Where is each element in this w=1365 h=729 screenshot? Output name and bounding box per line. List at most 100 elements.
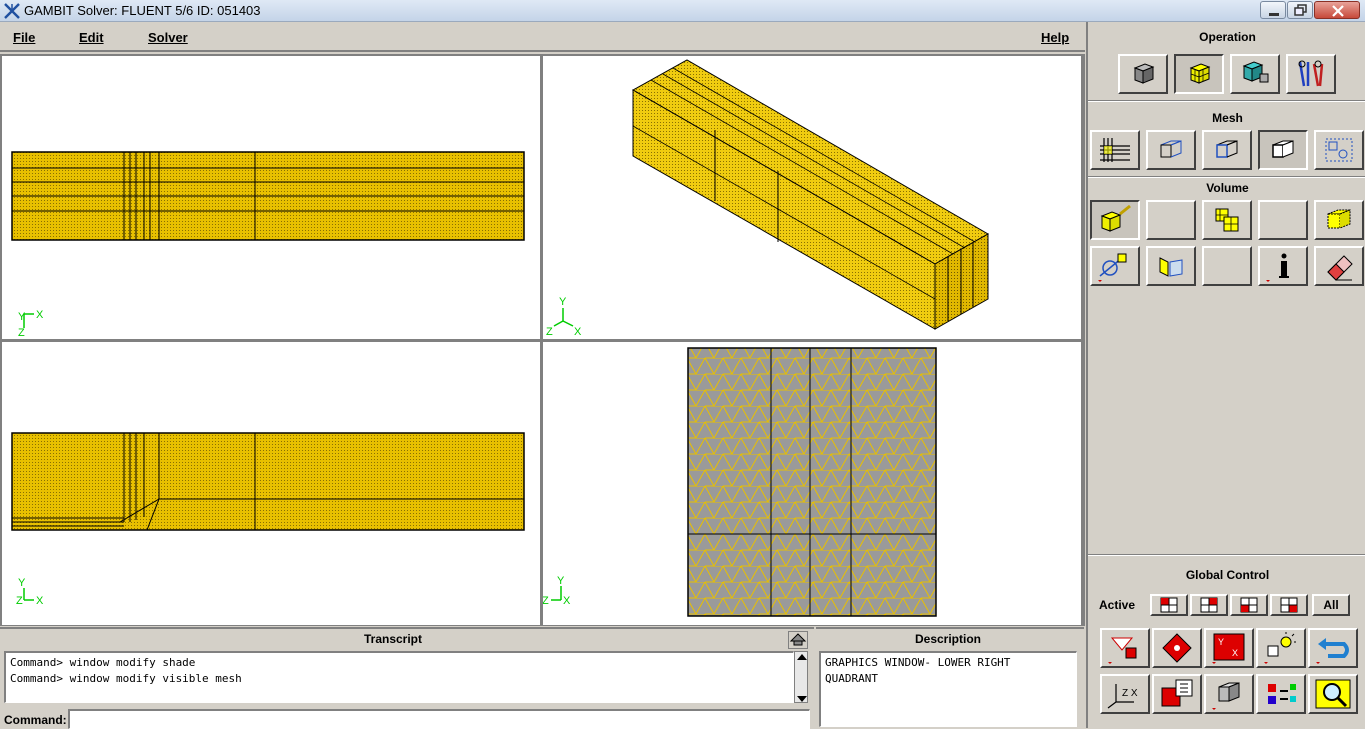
description-header: Description: [914, 632, 981, 646]
edge-cube-icon: [1160, 140, 1182, 158]
set-volume-elements-button[interactable]: [1090, 246, 1140, 286]
viewport-lower-left[interactable]: Y X Z: [2, 342, 540, 625]
command-input[interactable]: [68, 709, 810, 729]
viewport-upper-right[interactable]: Y X Z: [543, 56, 1081, 339]
quadrant-top-right-icon: [1200, 597, 1218, 613]
axis-label-z: Z: [546, 326, 553, 338]
quadrant-top-left-icon: [1160, 597, 1178, 613]
transcript-scrollbar[interactable]: [794, 651, 808, 703]
volume-blank-button-3[interactable]: [1202, 246, 1252, 286]
activate-quadrant-bottom-left-button[interactable]: [1230, 594, 1268, 616]
minimize-button[interactable]: [1260, 1, 1286, 19]
axis-label-y: Y: [18, 577, 26, 589]
coordinate-axes-icon: Z X: [1107, 684, 1138, 709]
mesh-volume-button[interactable]: [1258, 130, 1308, 170]
viewport-lower-right[interactable]: Y Z X: [542, 342, 1081, 625]
activate-quadrant-top-right-button[interactable]: [1190, 594, 1228, 616]
menu-file[interactable]: File: [13, 30, 35, 45]
delete-volume-meshes-button[interactable]: [1314, 246, 1364, 286]
tools-button[interactable]: [1286, 54, 1336, 94]
upper-right-axis-triad: Y X Z: [546, 296, 582, 338]
set-elements-icon: [1098, 253, 1127, 282]
specify-coordinate-system-button[interactable]: Z X: [1100, 674, 1150, 714]
specify-color-mode-button[interactable]: [1256, 674, 1306, 714]
menu-bar: File Edit Solver Help: [0, 22, 1085, 52]
axis-label-x: X: [563, 595, 571, 607]
quadrant-bottom-left-icon: [1240, 597, 1258, 613]
axis-label-z: Z: [543, 595, 549, 607]
zoom-window-button[interactable]: [1308, 674, 1358, 714]
svg-text:Z X: Z X: [1122, 688, 1138, 699]
info-icon: [1266, 253, 1289, 282]
zones-cube-icon: [1242, 61, 1269, 83]
activate-quadrant-bottom-right-button[interactable]: [1270, 594, 1308, 616]
render-model-button[interactable]: [1152, 674, 1202, 714]
mesh-operation-button[interactable]: [1174, 54, 1224, 94]
mesh-volumes-button[interactable]: [1090, 200, 1140, 240]
volume-label: Volume: [1206, 181, 1249, 195]
axis-label-z: Z: [18, 327, 25, 339]
select-pivot-button[interactable]: [1152, 628, 1202, 668]
pivot-icon: [1162, 633, 1192, 663]
svg-text:X: X: [1232, 648, 1238, 658]
mesh-volumes-icon: [1100, 204, 1131, 232]
viewport-upper-left[interactable]: Y X Z: [2, 56, 540, 339]
orient-model-button[interactable]: YX: [1204, 628, 1254, 668]
smooth-mesh-icon: [1327, 209, 1351, 229]
transcript-expand-button[interactable]: [788, 631, 808, 649]
mesh-boundary-layer-button[interactable]: [1090, 130, 1140, 170]
transcript-panel: Transcript Command> window modify shade …: [0, 627, 814, 729]
axis-label-x: X: [36, 309, 44, 321]
fit-to-window-button[interactable]: [1100, 628, 1150, 668]
top-view-mesh: Y X Z: [11, 432, 525, 607]
description-text-line: GRAPHICS WINDOW- LOWER RIGHT: [825, 656, 1011, 669]
link-volume-meshes-button[interactable]: [1202, 200, 1252, 240]
modify-volume-meshes-button[interactable]: [1146, 246, 1196, 286]
geometry-button[interactable]: [1118, 54, 1168, 94]
close-button[interactable]: [1314, 1, 1360, 19]
axis-label-z: Z: [16, 595, 23, 607]
boundary-layer-icon: [1100, 138, 1130, 162]
transcript-log: Command> window modify shade Command> wi…: [4, 651, 794, 703]
group-icon: [1325, 138, 1353, 162]
menu-edit[interactable]: Edit: [79, 30, 104, 45]
color-mode-icon: [1268, 684, 1296, 704]
lower-left-axis-triad: Y X Z: [16, 577, 44, 607]
mesh-face-button[interactable]: [1202, 130, 1252, 170]
volume-blank-button-2[interactable]: [1258, 200, 1308, 240]
undo-button[interactable]: [1308, 628, 1358, 668]
window-titlebar: GAMBIT Solver: FLUENT 5/6 ID: 051403: [0, 0, 1365, 22]
activate-all-quadrants-button[interactable]: All: [1312, 594, 1350, 616]
separator: [1088, 100, 1365, 102]
separator: [1088, 554, 1365, 556]
summarize-volume-button[interactable]: [1258, 246, 1308, 286]
minimize-icon: [1269, 13, 1279, 16]
shade-model-button[interactable]: [1204, 674, 1254, 714]
mesh-edge-button[interactable]: [1146, 130, 1196, 170]
menu-solver[interactable]: Solver: [148, 30, 188, 45]
restore-icon: [1294, 4, 1307, 16]
render-icon: [1161, 679, 1193, 707]
mesh-group-button[interactable]: [1314, 130, 1364, 170]
lower-right-axis-triad: Y Z X: [542, 575, 571, 607]
separator: [1088, 176, 1365, 178]
front-view-mesh: Y X Z: [11, 151, 525, 339]
shade-cube-icon: [1212, 682, 1240, 710]
tool-panel: Operation Mesh Volume Global Control Act…: [1086, 22, 1365, 728]
volume-blank-button-1[interactable]: [1146, 200, 1196, 240]
axis-label-y: Y: [18, 311, 26, 323]
window-title: GAMBIT Solver: FLUENT 5/6 ID: 051403: [24, 3, 261, 18]
isometric-view-mesh: Y X Z: [546, 59, 990, 338]
volume-cube-icon: [1272, 140, 1294, 158]
mesh-cube-icon: [1189, 63, 1211, 84]
quadrant-bottom-right-icon: [1280, 597, 1298, 613]
operation-light-button[interactable]: [1256, 628, 1306, 668]
menu-help[interactable]: Help: [1041, 30, 1069, 45]
magnifier-icon: [1315, 679, 1351, 709]
zones-button[interactable]: [1230, 54, 1280, 94]
maximize-button[interactable]: [1287, 1, 1313, 19]
transcript-line: Command> window modify shade: [10, 656, 196, 669]
modify-mesh-icon: [1159, 257, 1183, 277]
activate-quadrant-top-left-button[interactable]: [1150, 594, 1188, 616]
smooth-volume-button[interactable]: [1314, 200, 1364, 240]
